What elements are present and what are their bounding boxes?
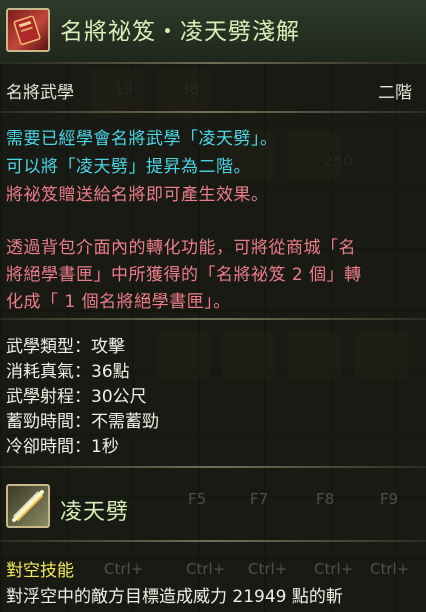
skill-name: 凌天劈 bbox=[60, 500, 130, 525]
divider bbox=[0, 62, 426, 64]
blade-slash-icon bbox=[6, 484, 50, 528]
divider bbox=[0, 111, 426, 113]
stat-cooldown: 冷卻時間：1秒 bbox=[6, 437, 119, 457]
skill-type: 對空技能 bbox=[6, 561, 74, 581]
tooltip-header: 名將祕笈・凌天劈淺解 bbox=[0, 0, 426, 62]
item-title: 名將祕笈・凌天劈淺解 bbox=[60, 19, 300, 45]
hotkey-label: Ctrl+ bbox=[248, 560, 288, 578]
conversion-line: 化成「 1 個名將絕學書匣」。 bbox=[6, 292, 231, 312]
conversion-line: 將絕學書匣」中所獲得的「名將祕笈 2 個」轉 bbox=[6, 265, 362, 285]
stat-energy-cost: 消耗真氣：36點 bbox=[6, 362, 130, 382]
red-book-icon bbox=[6, 8, 50, 52]
hotkey-label: Ctrl+ bbox=[186, 560, 226, 578]
item-category: 名將武學 bbox=[6, 83, 74, 103]
item-tooltip: 名將祕笈・凌天劈淺解 名將武學 二階 需要已經學會名將武學「凌天劈」。 可以將「… bbox=[0, 0, 426, 612]
divider bbox=[0, 466, 426, 468]
hotkey-label: F8 bbox=[316, 490, 335, 508]
skill-description: 對浮空中的敵方目標造成威力 21949 點的斬 bbox=[6, 587, 343, 607]
hotkey-label: F7 bbox=[250, 490, 269, 508]
divider bbox=[0, 318, 426, 320]
stat-range: 武學射程：30公尺 bbox=[6, 387, 147, 407]
hotkey-label: F9 bbox=[380, 490, 399, 508]
stat-attack-type: 武學類型：攻擊 bbox=[6, 337, 125, 357]
hotkey-label: Ctrl+ bbox=[370, 560, 410, 578]
requirement-line: 可以將「凌天劈」提昇為二階。 bbox=[6, 157, 251, 177]
gift-note: 將祕笈贈送給名將即可產生效果。 bbox=[6, 185, 269, 205]
hotkey-label: Ctrl+ bbox=[314, 560, 354, 578]
divider bbox=[0, 540, 426, 542]
stat-charge-time: 蓄勁時間：不需蓄勁 bbox=[6, 412, 159, 432]
item-level: 二階 bbox=[378, 83, 412, 103]
conversion-line: 透過背包介面內的轉化功能，可將從商城「名 bbox=[6, 238, 356, 258]
hotkey-label: F5 bbox=[188, 490, 207, 508]
hotkey-label: Ctrl+ bbox=[104, 560, 144, 578]
requirement-line: 需要已經學會名將武學「凌天劈」。 bbox=[6, 129, 278, 149]
